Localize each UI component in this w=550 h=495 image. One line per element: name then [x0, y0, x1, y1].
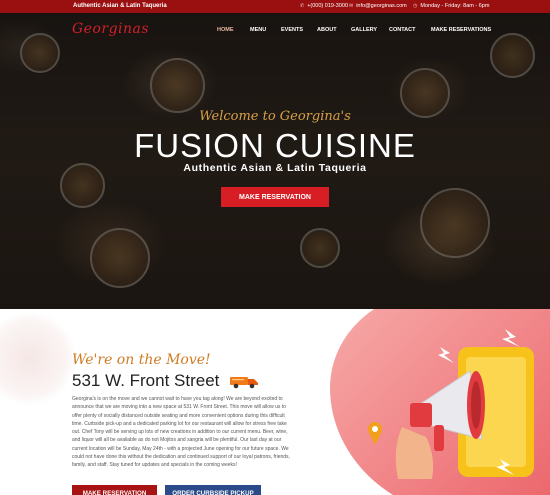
order-curbside-button[interactable]: ORDER CURBSIDE PICKUP: [165, 485, 261, 495]
logo-text: Georginas: [72, 21, 150, 37]
decorative-plate-image: [0, 311, 77, 406]
hours-info: ◷ Monday - Friday: 8am - 6pm: [413, 3, 489, 9]
hero-welcome: Welcome to Georgina's: [199, 109, 351, 124]
opening-hours: Monday - Friday: 8am - 6pm: [420, 3, 490, 9]
moving-section: We're on the Move! 531 W. Front Street G…: [0, 309, 550, 495]
phone-info[interactable]: ✆ +(000) 019-3000: [300, 3, 348, 9]
lightning-icon: [438, 347, 454, 363]
mail-icon: ✉: [349, 3, 354, 9]
section-title: We're on the Move!: [72, 352, 211, 368]
nav-events[interactable]: EVENTS: [281, 27, 317, 33]
hero-headline: FUSION CUISINE: [134, 127, 416, 164]
nav-contact[interactable]: CONTACT: [389, 27, 431, 33]
nav-home[interactable]: HOME: [217, 27, 250, 33]
main-nav: Georginas HOME MENU EVENTS ABOUT GALLERY…: [0, 13, 550, 45]
hand-illustration: [395, 427, 434, 479]
map-pin-icon: [368, 422, 382, 445]
nav-about[interactable]: ABOUT: [317, 27, 351, 33]
top-tagline: Authentic Asian & Latin Taqueria: [73, 3, 167, 9]
new-address: 531 W. Front Street: [72, 371, 220, 390]
section-body-text: Georgina's is on the move and we cannot …: [72, 396, 290, 469]
nav-make-reservations[interactable]: MAKE RESERVATIONS: [431, 27, 491, 33]
phone-icon: ✆: [300, 3, 305, 9]
nav-menu: HOME MENU EVENTS ABOUT GALLERY CONTACT M…: [217, 27, 491, 33]
email-info[interactable]: ✉ info@georginas.com: [349, 3, 407, 9]
delivery-truck-icon: [230, 377, 258, 389]
phone-number: +(000) 019-3000: [307, 3, 349, 9]
make-reservation-button[interactable]: MAKE RESERVATION: [72, 485, 157, 495]
page: Authentic Asian & Latin Taqueria ✆ +(000…: [0, 0, 550, 495]
top-info-bar: Authentic Asian & Latin Taqueria ✆ +(000…: [0, 0, 550, 13]
clock-icon: ◷: [413, 3, 418, 9]
hero-subline: Authentic Asian & Latin Taqueria: [183, 162, 367, 174]
megaphone-illustration: [368, 329, 534, 479]
nav-gallery[interactable]: GALLERY: [351, 27, 389, 33]
site-logo[interactable]: Georginas: [72, 21, 149, 37]
lightning-icon: [502, 329, 520, 347]
nav-menu-link[interactable]: MENU: [250, 27, 281, 33]
hero-reservation-button[interactable]: MAKE RESERVATION: [221, 187, 329, 207]
hero-section: Georginas HOME MENU EVENTS ABOUT GALLERY…: [0, 13, 550, 309]
email-address: info@georginas.com: [356, 3, 407, 9]
